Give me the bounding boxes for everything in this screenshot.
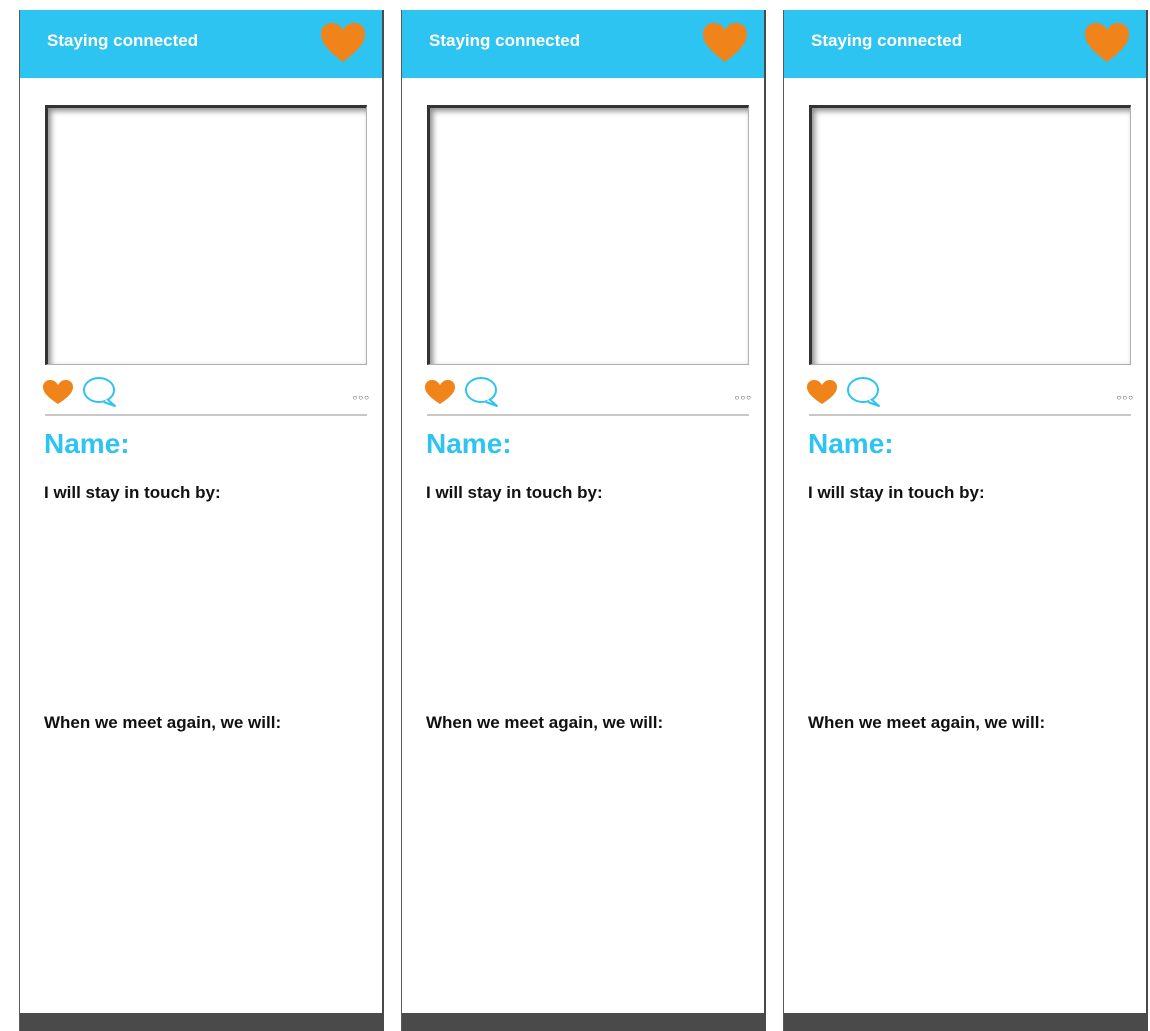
more-dots-icon[interactable]: ○○○	[1117, 394, 1135, 402]
meet-again-prompt: When we meet again, we will:	[808, 713, 1046, 732]
meet-again-prompt: When we meet again, we will:	[44, 713, 282, 732]
divider	[45, 414, 367, 416]
more-dots-icon[interactable]: ○○○	[735, 394, 753, 402]
meet-again-prompt: When we meet again, we will:	[426, 713, 664, 732]
photo-placeholder[interactable]	[427, 105, 749, 365]
card-title: Staying connected	[47, 31, 199, 50]
comment-bubble-icon[interactable]	[82, 376, 118, 408]
heart-icon[interactable]	[806, 379, 838, 405]
card-header: Staying connected	[402, 10, 764, 78]
comment-bubble-icon[interactable]	[846, 376, 882, 408]
name-label: Name:	[808, 428, 894, 459]
stay-in-touch-prompt: I will stay in touch by:	[808, 483, 985, 502]
card-title: Staying connected	[811, 31, 963, 50]
stay-in-touch-prompt: I will stay in touch by:	[426, 483, 603, 502]
post-actions: ○○○	[806, 376, 1134, 408]
card-header: Staying connected	[20, 10, 382, 78]
footer-bar	[20, 1013, 382, 1031]
connection-card-1: Staying connected ○○○ Name: I will stay …	[19, 10, 384, 1031]
divider	[427, 414, 749, 416]
connection-card-2: Staying connected ○○○ Name: I will stay …	[401, 10, 766, 1031]
heart-icon	[703, 23, 747, 62]
divider	[809, 414, 1131, 416]
footer-bar	[402, 1013, 764, 1031]
card-header: Staying connected	[784, 10, 1146, 78]
footer-bar	[784, 1013, 1146, 1031]
heart-icon	[321, 23, 365, 62]
photo-placeholder[interactable]	[45, 105, 367, 365]
stay-in-touch-prompt: I will stay in touch by:	[44, 483, 221, 502]
card-title: Staying connected	[429, 31, 581, 50]
name-label: Name:	[426, 428, 512, 459]
photo-placeholder[interactable]	[809, 105, 1131, 365]
heart-icon	[1085, 23, 1129, 62]
name-label: Name:	[44, 428, 130, 459]
post-actions: ○○○	[42, 376, 370, 408]
heart-icon[interactable]	[42, 379, 74, 405]
more-dots-icon[interactable]: ○○○	[353, 394, 371, 402]
connection-card-3: Staying connected ○○○ Name: I will stay …	[783, 10, 1148, 1031]
comment-bubble-icon[interactable]	[464, 376, 500, 408]
post-actions: ○○○	[424, 376, 752, 408]
heart-icon[interactable]	[424, 379, 456, 405]
